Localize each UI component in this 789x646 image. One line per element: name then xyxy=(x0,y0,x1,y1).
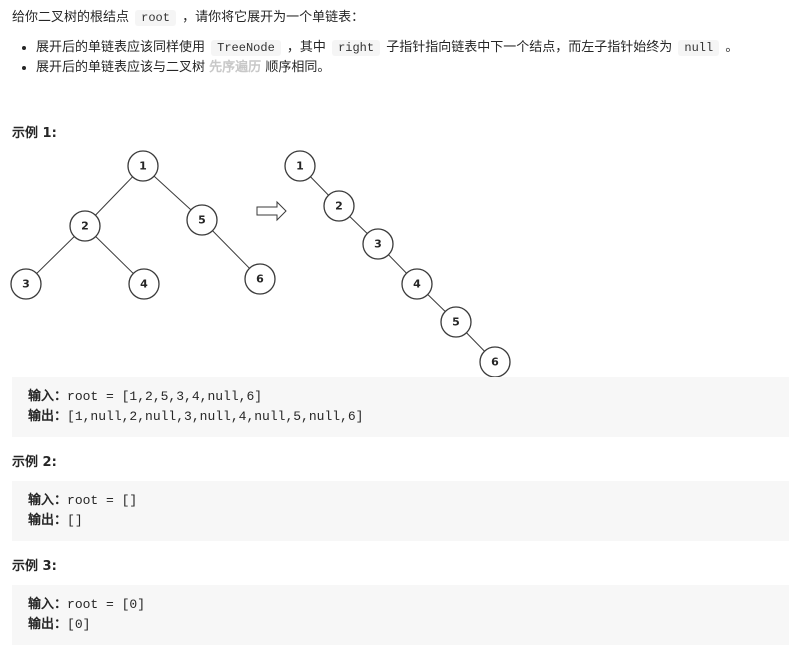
svg-text:4: 4 xyxy=(140,278,148,291)
output-label: 输出： xyxy=(28,513,68,528)
inline-code-treenode: TreeNode xyxy=(211,40,281,56)
list-node-4: 4 xyxy=(401,268,433,300)
svg-text:3: 3 xyxy=(22,278,30,291)
list-node-5: 5 xyxy=(440,306,472,338)
transform-arrow-icon xyxy=(256,200,287,222)
tree-node-6: 6 xyxy=(244,263,276,295)
text: 展开后的单链表应该同样使用 xyxy=(36,40,206,55)
example-3-output: [0] xyxy=(67,617,91,632)
text: 子指针指向链表中下一个结点，而左子指针始终为 xyxy=(386,40,673,55)
example-3-output-line: 输出：[0] xyxy=(28,615,789,635)
example-1-code-block: 输入：root = [1,2,5,3,4,null,6] 输出：[1,null,… xyxy=(12,377,789,437)
requirement-item-1: 展开后的单链表应该同样使用 TreeNode ，其中 right 子指针指向链表… xyxy=(36,38,738,58)
example-1-output: [1,null,2,null,3,null,4,null,5,null,6] xyxy=(67,409,364,424)
example-1-output-line: 输出：[1,null,2,null,3,null,4,null,5,null,6… xyxy=(28,407,789,427)
text: 展开后的单链表应该与二叉树 xyxy=(36,60,206,75)
inline-code-root: root xyxy=(135,10,176,26)
inline-code-right: right xyxy=(332,40,381,56)
output-label: 输出： xyxy=(28,617,68,632)
svg-text:1: 1 xyxy=(296,160,304,173)
list-node-1: 1 xyxy=(284,150,316,182)
input-label: 输入： xyxy=(28,493,68,508)
text: 。 xyxy=(725,40,739,55)
inline-code-null: null xyxy=(678,40,720,56)
example-3-code-block: 输入：root = [0] 输出：[0] xyxy=(12,585,789,645)
example-2-output: [] xyxy=(67,513,83,528)
list-node-3: 3 xyxy=(362,228,394,260)
text: 顺序相同。 xyxy=(265,60,331,75)
tree-node-3: 3 xyxy=(10,268,42,300)
example-1-input: root = [1,2,5,3,4,null,6] xyxy=(67,389,263,404)
svg-text:2: 2 xyxy=(335,200,343,213)
svg-text:4: 4 xyxy=(413,278,421,291)
intro-text-after: ，请你将它展开为一个单链表： xyxy=(182,10,365,25)
svg-text:1: 1 xyxy=(139,160,147,173)
intro-text-before: 给你二叉树的根结点 xyxy=(12,10,130,25)
example-3-title: 示例 3: xyxy=(12,559,57,574)
tree-node-1: 1 xyxy=(127,150,159,182)
requirement-item-2: 展开后的单链表应该与二叉树 先序遍历 顺序相同。 xyxy=(36,58,738,78)
example-2-output-line: 输出：[] xyxy=(28,511,789,531)
example-2-input-line: 输入：root = [] xyxy=(28,491,789,511)
svg-text:2: 2 xyxy=(81,220,89,233)
preorder-emphasis: 先序遍历 xyxy=(209,60,262,75)
flatten-diagram: 1 2 5 3 4 6 1 2 3 4 5 6 xyxy=(10,150,511,378)
text: ，其中 xyxy=(286,40,326,55)
example-3-input-line: 输入：root = [0] xyxy=(28,595,789,615)
list-node-2: 2 xyxy=(323,190,355,222)
example-1-title: 示例 1: xyxy=(12,126,57,141)
example-3-input: root = [0] xyxy=(67,597,146,612)
svg-text:5: 5 xyxy=(198,214,206,227)
example-2-input: root = [] xyxy=(67,493,138,508)
svg-text:6: 6 xyxy=(256,273,264,286)
tree-node-5: 5 xyxy=(186,204,218,236)
input-label: 输入： xyxy=(28,597,68,612)
svg-text:5: 5 xyxy=(452,316,460,329)
example-2-code-block: 输入：root = [] 输出：[] xyxy=(12,481,789,541)
list-node-6: 6 xyxy=(479,346,511,378)
output-label: 输出： xyxy=(28,409,68,424)
tree-node-4: 4 xyxy=(128,268,160,300)
input-label: 输入： xyxy=(28,389,68,404)
example-1-input-line: 输入：root = [1,2,5,3,4,null,6] xyxy=(28,387,789,407)
example-2-title: 示例 2: xyxy=(12,455,57,470)
requirements-list: 展开后的单链表应该同样使用 TreeNode ，其中 right 子指针指向链表… xyxy=(20,38,738,78)
svg-text:3: 3 xyxy=(374,238,382,251)
problem-intro: 给你二叉树的根结点 root ，请你将它展开为一个单链表： xyxy=(12,8,364,28)
tree-node-2: 2 xyxy=(69,210,101,242)
svg-text:6: 6 xyxy=(491,356,499,369)
